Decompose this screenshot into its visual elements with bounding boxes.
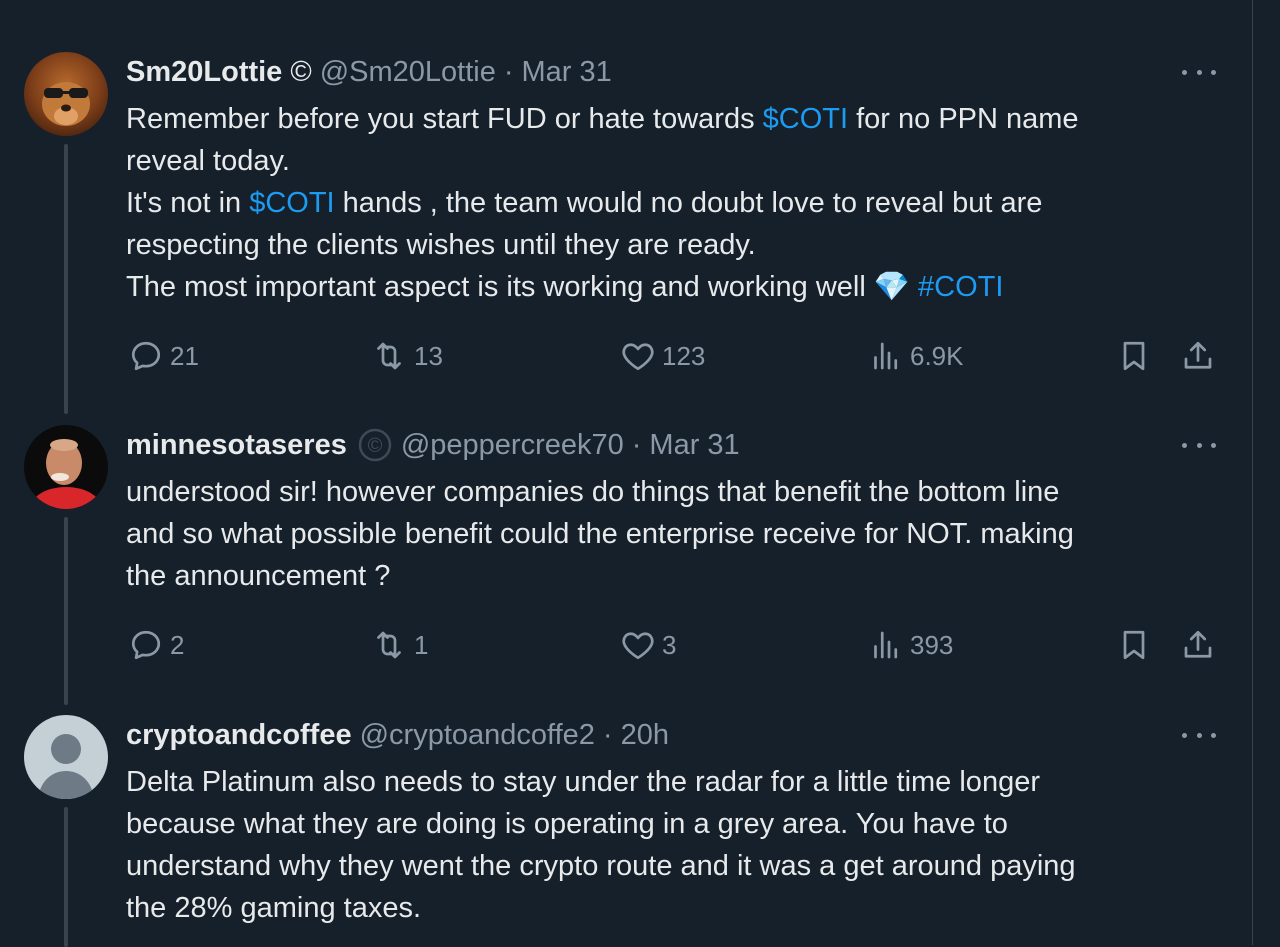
timestamp[interactable]: Mar 31	[649, 429, 739, 462]
share-button[interactable]	[1180, 336, 1216, 376]
user-handle[interactable]: @Sm20Lottie	[320, 56, 496, 89]
text-segment: reveal today.	[126, 145, 290, 177]
tweet-text-line: Delta Platinum also needs to stay under …	[126, 761, 1226, 803]
tweet-text-line: because what they are doing is operating…	[126, 803, 1226, 845]
like-icon	[622, 632, 654, 660]
text-segment	[910, 271, 918, 303]
views-button[interactable]: 6.9K	[868, 336, 964, 376]
text-segment: for no PPN name	[848, 103, 1079, 135]
avatar[interactable]	[24, 52, 108, 136]
more-icon[interactable]	[1182, 723, 1216, 747]
user-handle[interactable]: @peppercreek70	[401, 429, 624, 462]
reply-icon	[131, 630, 161, 660]
separator-dot: ·	[631, 428, 642, 461]
timeline-right-border	[1252, 0, 1253, 945]
tweet-text-line: Remember before you start FUD or hate to…	[126, 98, 1226, 140]
reply-count: 2	[170, 629, 185, 660]
like-icon	[622, 343, 654, 371]
text-segment: understood sir! however companies do thi…	[126, 476, 1060, 508]
cashtag-link[interactable]: $COTI	[249, 187, 334, 219]
bookmark-button[interactable]	[1116, 625, 1152, 665]
text-segment: hands , the team would no doubt love to …	[334, 187, 1043, 219]
tweet-header: Sm20Lottie © @Sm20Lottie · Mar 31	[126, 52, 612, 92]
reply-count: 21	[170, 340, 199, 371]
share-icon	[1184, 341, 1212, 369]
tweet-text-line: reveal today.	[126, 140, 1226, 182]
views-count: 6.9K	[910, 340, 964, 371]
reply-button[interactable]: 21	[128, 336, 199, 376]
display-name[interactable]: cryptoandcoffee	[126, 719, 352, 752]
share-button[interactable]	[1180, 625, 1216, 665]
avatar[interactable]	[24, 715, 108, 799]
timestamp[interactable]: Mar 31	[522, 56, 612, 89]
retweet-count: 13	[414, 340, 443, 371]
bookmark-icon	[1123, 630, 1145, 660]
views-button[interactable]: 393	[868, 625, 953, 665]
tweet-text-line: the announcement ?	[126, 555, 1226, 597]
svg-text:©: ©	[367, 435, 382, 457]
tweet-text-line: respecting the clients wishes until they…	[126, 224, 1226, 266]
views-icon	[874, 342, 898, 370]
tweet-actions: 2 1 3 393	[126, 625, 1226, 665]
tweet-text-line: and so what possible benefit could the e…	[126, 513, 1226, 555]
views-count: 393	[910, 629, 954, 660]
user-handle[interactable]: @cryptoandcoffe2	[360, 719, 595, 752]
hashtag-link[interactable]: #COTI	[918, 271, 1003, 303]
retweet-icon	[377, 342, 401, 370]
reply-button[interactable]: 2	[128, 625, 184, 665]
share-icon	[1184, 630, 1212, 658]
gem-emoji-icon: 💎	[873, 271, 910, 303]
like-button[interactable]: 123	[620, 336, 705, 376]
text-segment: the 28% gaming taxes.	[126, 892, 422, 924]
text-segment: understand why they went the crypto rout…	[126, 850, 1076, 882]
tweet-text-line: understand why they went the crypto rout…	[126, 845, 1226, 887]
text-segment: It's not in	[126, 187, 250, 219]
views-icon	[874, 631, 898, 659]
text-segment: Remember before you start FUD or hate to…	[126, 103, 763, 135]
tweet-text: Delta Platinum also needs to stay under …	[126, 761, 1226, 929]
bookmark-button[interactable]	[1116, 336, 1152, 376]
text-segment: and so what possible benefit could the e…	[126, 518, 1074, 550]
tweet-text: Remember before you start FUD or hate to…	[126, 98, 1226, 308]
retweet-button[interactable]: 1	[370, 625, 428, 665]
reply-icon	[131, 341, 161, 371]
thread-line	[64, 517, 68, 705]
avatar[interactable]	[24, 425, 108, 509]
more-icon[interactable]	[1182, 60, 1216, 84]
tweet-text-line: understood sir! however companies do thi…	[126, 471, 1226, 513]
copyright-badge-icon: ©	[290, 55, 312, 88]
copyright-badge-icon: ©	[357, 427, 393, 463]
text-segment: Delta Platinum also needs to stay under …	[126, 766, 1040, 798]
like-count: 3	[662, 629, 677, 660]
tweet-header: cryptoandcoffee @cryptoandcoffe2 · 20h	[126, 715, 669, 755]
text-segment: because what they are doing is operating…	[126, 808, 1008, 840]
bookmark-icon	[1123, 341, 1145, 371]
retweet-icon	[377, 631, 401, 659]
text-segment: the announcement ?	[126, 560, 391, 592]
separator-dot: ·	[602, 718, 613, 751]
cashtag-link[interactable]: $COTI	[763, 103, 848, 135]
retweet-button[interactable]: 13	[370, 336, 443, 376]
tweet-text-line: the 28% gaming taxes.	[126, 887, 1226, 929]
text-segment: The most important aspect is its working…	[126, 271, 874, 303]
like-button[interactable]: 3	[620, 625, 676, 665]
tweet-text: understood sir! however companies do thi…	[126, 471, 1226, 597]
tweet-actions: 21 13 123 6.9K	[126, 336, 1226, 376]
thread-line	[64, 144, 68, 414]
tweet-text-line: It's not in $COTI hands , the team would…	[126, 182, 1226, 224]
tweet-text-line: The most important aspect is its working…	[126, 266, 1226, 308]
more-icon[interactable]	[1182, 433, 1216, 457]
thread-line	[64, 807, 68, 947]
text-segment: respecting the clients wishes until they…	[126, 229, 756, 261]
display-name[interactable]: minnesotaseres	[126, 429, 347, 462]
tweet-header: minnesotaseres © @peppercreek70 · Mar 31	[126, 425, 740, 465]
separator-dot: ·	[503, 55, 514, 88]
retweet-count: 1	[414, 629, 429, 660]
timestamp[interactable]: 20h	[621, 719, 669, 752]
like-count: 123	[662, 340, 706, 371]
display-name[interactable]: Sm20Lottie	[126, 56, 282, 89]
